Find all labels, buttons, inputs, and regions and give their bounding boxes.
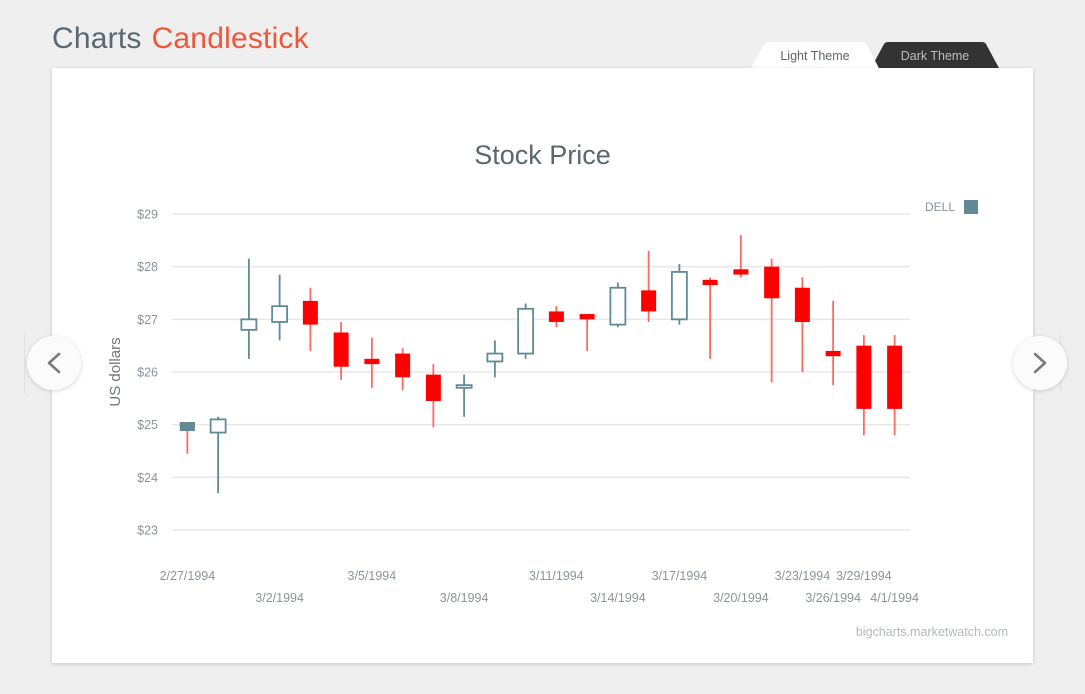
candlestick[interactable] (518, 304, 533, 359)
candlestick[interactable] (395, 348, 410, 390)
y-axis-tick-label: $26 (137, 366, 158, 380)
y-axis-tick-label: $29 (137, 208, 158, 222)
candlestick-body (334, 333, 349, 367)
candlestick-body (610, 288, 625, 325)
candlestick-body (703, 280, 718, 285)
x-axis-tick-label: 3/2/1994 (255, 591, 304, 605)
y-axis-tick-label: $24 (137, 471, 158, 485)
candlestick[interactable] (795, 277, 810, 372)
candlestick-body (395, 354, 410, 378)
x-axis-tick-label: 3/11/1994 (529, 569, 584, 583)
chart-plot-area: $29 $28 $27 $26 $25 $24 $23 US dollars 2/27/1994… (52, 68, 1033, 663)
candlestick[interactable] (426, 364, 441, 427)
x-axis-tick-label: 3/14/1994 (590, 591, 646, 605)
candlestick-body (641, 290, 656, 311)
candlestick-chart: $29 $28 $27 $26 $25 $24 $23 US dollars 2/27/1994… (52, 68, 1033, 663)
page-title-main: Charts (52, 22, 142, 55)
y-axis-tick-label: $25 (137, 418, 158, 432)
candlestick[interactable] (457, 375, 472, 417)
candlestick-body (364, 359, 379, 364)
x-axis-tick-label: 3/17/1994 (652, 569, 708, 583)
y-axis-title: US dollars (107, 337, 124, 406)
candlestick-body (211, 419, 226, 432)
candlestick[interactable] (610, 282, 625, 327)
candlestick-body (272, 306, 287, 322)
candlestick-body (826, 351, 841, 356)
y-axis-tick-label: $27 (137, 313, 158, 327)
chevron-left-icon (27, 336, 81, 390)
candlestick[interactable] (364, 338, 379, 388)
tab-dark-theme[interactable]: Dark Theme (870, 42, 1000, 70)
y-axis-tick-label: $23 (137, 524, 158, 538)
page-title-sub: Candlestick (152, 22, 309, 55)
chevron-right-icon (1013, 336, 1067, 390)
candlestick[interactable] (887, 335, 902, 435)
candlestick[interactable] (303, 288, 318, 351)
page-title: Charts Candlestick (52, 22, 309, 56)
candlestick[interactable] (733, 235, 748, 277)
candlestick[interactable] (703, 277, 718, 359)
candlestick[interactable] (211, 417, 226, 493)
theme-tabs: Dark Theme Light Theme (750, 42, 1000, 70)
tab-light-theme[interactable]: Light Theme (750, 42, 880, 70)
chart-credit: bigcharts.marketwatch.com (856, 625, 1008, 639)
candlestick-body (241, 319, 256, 330)
chart-card: Stock Price $29$28$27$26$25$24$23US doll… (52, 68, 1033, 663)
x-axis-tick-label: 3/29/1994 (836, 569, 892, 583)
candlestick[interactable] (549, 306, 564, 327)
candlestick-body (303, 301, 318, 325)
candlestick-body (487, 354, 502, 362)
legend-swatch (964, 200, 978, 214)
candlestick-body (795, 288, 810, 322)
x-axis-tick-label: 4/1/1994 (870, 591, 919, 605)
x-axis-tick-label: 3/20/1994 (713, 591, 769, 605)
x-axis-tick-label: 3/23/1994 (775, 569, 831, 583)
prev-chart-button[interactable] (27, 336, 81, 390)
candlestick-body (733, 269, 748, 274)
candlestick[interactable] (241, 259, 256, 359)
candlestick-body (887, 346, 902, 409)
candlestick[interactable] (641, 251, 656, 322)
candlestick-body (764, 267, 779, 299)
candlestick-body (180, 422, 195, 431)
candlestick-body (457, 385, 472, 388)
carousel-edge-left (24, 333, 25, 393)
candlestick-body (426, 375, 441, 401)
legend-label: DELL (925, 200, 955, 214)
x-axis-tick-label: 3/8/1994 (440, 591, 489, 605)
candlestick[interactable] (856, 335, 871, 435)
candlestick-body (518, 309, 533, 354)
candlestick-body (580, 314, 595, 319)
candlestick[interactable] (272, 275, 287, 341)
next-chart-button[interactable] (1013, 336, 1067, 390)
candlestick-body (549, 311, 564, 322)
x-axis-tick-label: 3/26/1994 (805, 591, 861, 605)
x-axis-tick-label: 3/5/1994 (348, 569, 397, 583)
candlestick[interactable] (672, 264, 687, 325)
x-axis-tick-label: 2/27/1994 (160, 569, 216, 583)
candlestick-body (856, 346, 871, 409)
candlestick-body (672, 272, 687, 319)
y-axis-tick-label: $28 (137, 260, 158, 274)
tab-light-theme-label: Light Theme (750, 42, 880, 70)
candlestick[interactable] (764, 259, 779, 383)
tab-dark-theme-label: Dark Theme (870, 42, 1000, 70)
